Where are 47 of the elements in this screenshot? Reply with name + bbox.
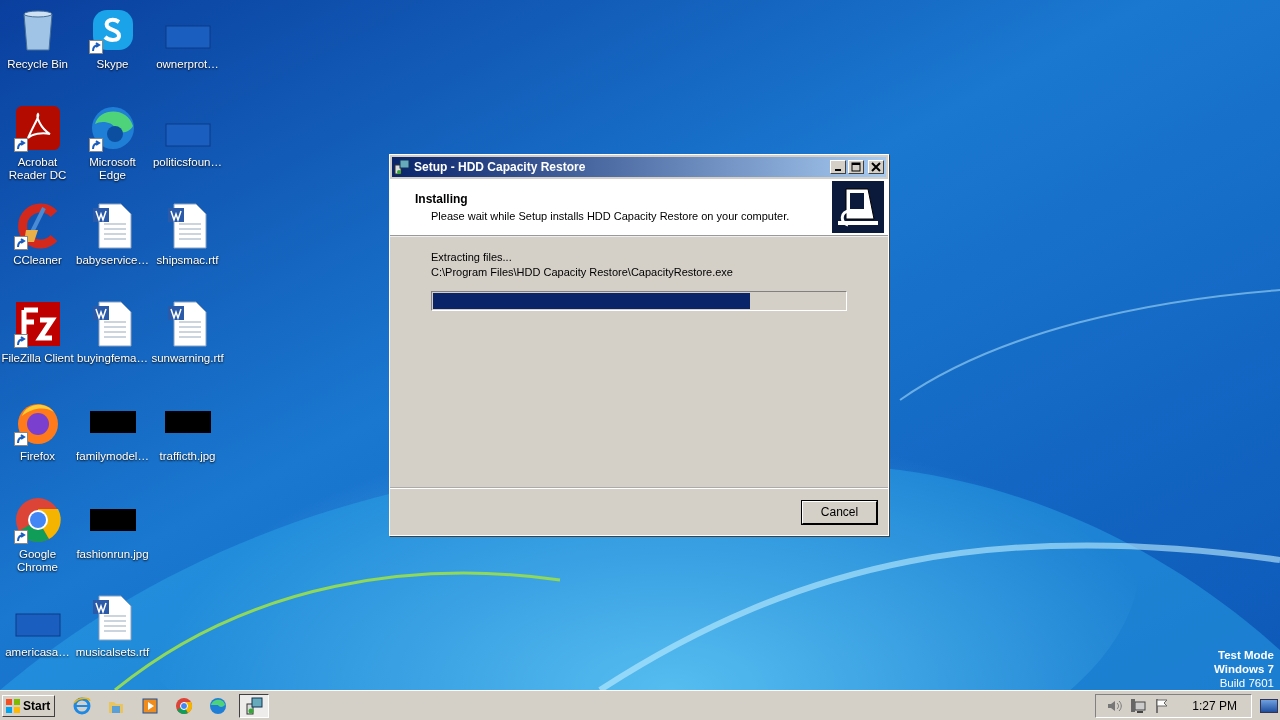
close-button[interactable] <box>868 160 884 174</box>
browser-icon <box>175 696 194 715</box>
desktop-icon-label[interactable]: Recycle Bin <box>7 58 68 71</box>
cancel-button[interactable]: Cancel <box>802 500 877 524</box>
maximize-button[interactable] <box>848 160 864 174</box>
system-notice-text: Build 7601 <box>1219 676 1274 690</box>
minimize-button[interactable] <box>830 160 846 174</box>
media-player-icon <box>141 696 160 715</box>
network-icon[interactable] <box>1130 697 1147 714</box>
start-button[interactable]: Start <box>2 694 56 717</box>
desktop-icon-label[interactable]: fashionrun.jpg <box>76 548 149 561</box>
file-path: C:\Program Files\HDD Capacity Restore\CapacityRestore.exe <box>431 266 734 278</box>
desktop-icon-label[interactable]: Skype <box>96 58 129 71</box>
maximize-icon <box>851 162 861 172</box>
page-description: Please wait while Setup installs HDD Capacity Restore on your computer. <box>430 210 790 222</box>
installer-icon <box>394 159 410 175</box>
window-title: Setup - HDD Capacity Restore <box>414 160 587 174</box>
show-desktop-button[interactable] <box>1260 698 1278 713</box>
system-notice-text: Test Mode <box>1218 648 1274 662</box>
page-heading: Installing <box>415 192 469 206</box>
desktop-icon-label[interactable]: ownerprot… <box>156 58 219 71</box>
browser-icon[interactable] <box>13 496 62 544</box>
desktop-icon-label[interactable]: FileZilla Client <box>1 352 74 365</box>
installer-icon <box>245 696 264 715</box>
browser-icon <box>209 696 228 715</box>
desktop-icon-label[interactable]: buyingfema… <box>77 352 148 365</box>
desktop-icon-label[interactable]: americasa… <box>5 646 70 659</box>
system-notice-text: Windows 7 <box>1214 662 1274 676</box>
desktop-icon-label[interactable]: babyservice… <box>76 254 149 267</box>
desktop-icon-label[interactable]: sunwarning.rtf <box>151 352 224 365</box>
desktop-icon-label[interactable]: CCleaner <box>13 254 62 267</box>
status-text: Extracting files... <box>431 251 513 263</box>
desktop-icon-label[interactable]: shipsmac.rtf <box>156 254 219 267</box>
windows-logo-icon <box>5 697 21 714</box>
desktop-icon-label[interactable]: Google Chrome <box>0 548 75 574</box>
taskbar-app-button[interactable] <box>239 693 270 718</box>
desktop-icon-label[interactable]: trafficth.jpg <box>159 450 216 463</box>
desktop-icon-label[interactable]: politicsfoun… <box>152 156 222 169</box>
browser-icon <box>73 696 92 715</box>
close-icon <box>871 162 881 172</box>
desktop-icon-label[interactable]: Acrobat Reader DC <box>0 156 75 182</box>
minimize-icon <box>835 169 841 171</box>
desktop-icon-label[interactable]: familymodel… <box>76 450 149 463</box>
desktop-icon-label[interactable]: musicalsets.rtf <box>75 646 150 659</box>
clock[interactable]: 1:27 PM <box>1192 698 1237 713</box>
desktop-icon-label[interactable]: Firefox <box>19 450 56 463</box>
desktop-icon-label[interactable]: Microsoft Edge <box>75 156 150 182</box>
